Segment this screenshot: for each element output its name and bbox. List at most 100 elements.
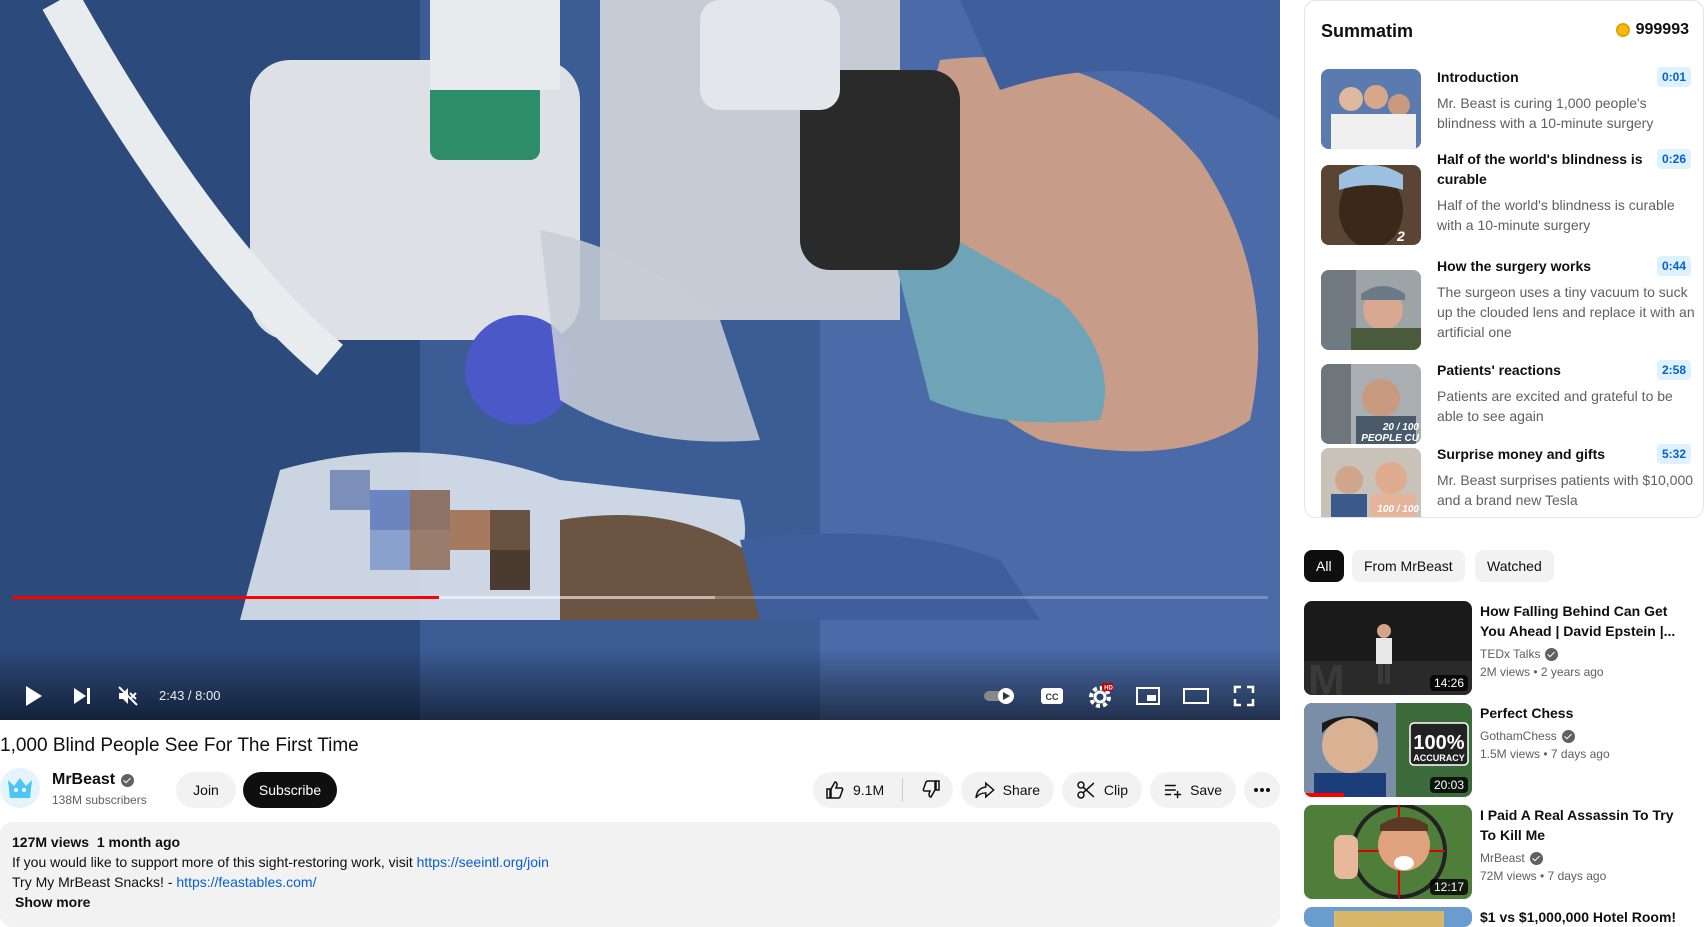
recommendation-item[interactable]: 100% ACCURACY 20:03 Perfect Chess GothamC… [1304, 703, 1704, 797]
recommendation-channel[interactable]: GothamChess [1480, 729, 1575, 743]
recommendation-meta: 72M views • 7 days ago [1480, 869, 1607, 883]
like-separator [902, 778, 903, 802]
chapter-thumbnail: 2 [1321, 165, 1421, 245]
avatar[interactable] [0, 768, 40, 808]
recommendation-title[interactable]: How Falling Behind Can Get You Ahead | D… [1480, 601, 1690, 641]
feastables-link[interactable]: https://feastables.com/ [176, 874, 316, 890]
recommendation-age: 2 years ago [1540, 665, 1604, 679]
clip-icon [1077, 781, 1095, 799]
recommendation-views: 72M views [1480, 869, 1537, 883]
chapter-item[interactable]: 2 Half of the world's blindness is curab… [1321, 149, 1691, 249]
more-actions-button[interactable] [1244, 772, 1280, 808]
dislike-button[interactable] [921, 779, 941, 802]
chapter-thumb-caption: 2 [1396, 228, 1405, 244]
youtube-watch-page: 2:43 / 8:00 CC HD 1,000 Blind People See… [0, 0, 1704, 927]
recommendation-thumbnail[interactable] [1304, 907, 1472, 927]
like-dislike-group: 9.1M [813, 772, 953, 808]
recommendation-channel-name[interactable]: GothamChess [1480, 729, 1557, 743]
recommendation-channel[interactable]: MrBeast [1480, 851, 1543, 865]
video-frame [0, 0, 1280, 720]
show-more-button[interactable]: Show more [15, 892, 1268, 912]
chapter-item[interactable]: 20 / 100 PEOPLE CU Patients' reactions 2:… [1321, 360, 1691, 444]
miniplayer-button[interactable] [1130, 680, 1166, 712]
chapter-summary: Mr. Beast is curing 1,000 people's blind… [1437, 95, 1654, 131]
fullscreen-button[interactable] [1226, 680, 1262, 712]
save-button[interactable]: Save [1150, 772, 1236, 808]
video-player[interactable]: 2:43 / 8:00 CC HD [0, 0, 1280, 720]
share-label: Share [1002, 782, 1040, 798]
dislike-icon [922, 779, 940, 798]
recommendation-item[interactable]: 12:17 I Paid A Real Assassin To Try To K… [1304, 805, 1704, 899]
channel-name-text[interactable]: MrBeast [52, 771, 115, 789]
clip-button[interactable]: Clip [1062, 772, 1142, 808]
svg-text:M: M [1308, 656, 1345, 695]
thumb-subtext: ACCURACY [1413, 753, 1465, 763]
chapter-timestamp[interactable]: 2:58 [1656, 360, 1691, 380]
description-box[interactable]: 127M views 1 month ago If you would like… [0, 822, 1280, 927]
recommendation-item[interactable]: M 14:26 How Falling Behind Can Get You A… [1304, 601, 1704, 695]
chapter-item[interactable]: Introduction 0:01 Mr. Beast is curing 1,… [1321, 67, 1691, 151]
subscribe-label: Subscribe [258, 782, 322, 798]
recommendation-thumbnail[interactable]: 12:17 [1304, 805, 1472, 899]
video-duration: 14:26 [1429, 675, 1468, 691]
next-button[interactable] [64, 680, 100, 712]
recommendation-age: 7 days ago [1550, 747, 1610, 761]
fullscreen-icon [1233, 685, 1255, 707]
chapter-timestamp[interactable]: 0:26 [1656, 149, 1691, 169]
chapter-title: Patients' reactions [1437, 362, 1561, 378]
recommendation-channel[interactable]: TEDx Talks [1480, 647, 1559, 661]
chapter-timestamp[interactable]: 0:44 [1656, 256, 1691, 276]
recommendation-title[interactable]: Perfect Chess [1480, 703, 1690, 723]
channel-name[interactable]: MrBeast [52, 771, 135, 789]
theater-icon [1183, 688, 1209, 704]
chapter-timestamp[interactable]: 0:01 [1656, 67, 1691, 87]
coin-balance: 999993 [1615, 21, 1689, 39]
seeintl-link[interactable]: https://seeintl.org/join [417, 854, 549, 870]
description-line-1: If you would like to support more of thi… [12, 852, 1268, 872]
description-line-1-text: If you would like to support more of thi… [12, 854, 417, 870]
like-count: 9.1M [853, 782, 885, 798]
recommendation-title[interactable]: I Paid A Real Assassin To Try To Kill Me [1480, 805, 1690, 845]
play-button[interactable] [16, 680, 52, 712]
settings-button[interactable]: HD [1082, 680, 1118, 712]
captions-button[interactable]: CC [1034, 680, 1070, 712]
chip-all[interactable]: All [1304, 550, 1344, 582]
recommendation-item[interactable]: $1 vs $1,000,000 Hotel Room! [1304, 907, 1704, 927]
join-button[interactable]: Join [176, 772, 236, 808]
recommendation-title[interactable]: $1 vs $1,000,000 Hotel Room! [1480, 907, 1690, 927]
video-title: 1,000 Blind People See For The First Tim… [0, 735, 359, 756]
recommendation-channel-name[interactable]: MrBeast [1480, 851, 1525, 865]
autoplay-toggle[interactable] [982, 680, 1018, 712]
chapter-item[interactable]: How the surgery works 0:44 The surgeon u… [1321, 256, 1695, 350]
video-duration: 20:03 [1429, 777, 1468, 793]
recommendation-thumbnail[interactable]: M 14:26 [1304, 601, 1472, 695]
progress-bar[interactable] [12, 596, 1268, 599]
autoplay-toggle-icon [984, 688, 1014, 704]
chapter-timestamp[interactable]: 5:32 [1656, 444, 1691, 464]
summatim-panel: Summatim 999993 Introduction 0:01 Mr. Be… [1304, 0, 1704, 518]
chapter-summary: Patients are excited and grateful to be … [1437, 388, 1673, 424]
recommendation-views: 1.5M views [1480, 747, 1541, 761]
verified-icon [1529, 851, 1543, 865]
miniplayer-icon [1136, 687, 1160, 705]
mute-button[interactable] [110, 680, 146, 712]
recommendation-channel-name[interactable]: TEDx Talks [1480, 647, 1540, 661]
recommendation-thumbnail[interactable]: 100% ACCURACY 20:03 [1304, 703, 1472, 797]
save-label: Save [1190, 782, 1222, 798]
upload-age: 1 month ago [96, 834, 181, 850]
like-button[interactable]: 9.1M [825, 780, 884, 800]
chapter-thumbnail [1321, 69, 1421, 149]
chip-from-mrbeast[interactable]: From MrBeast [1352, 550, 1465, 582]
chapter-item[interactable]: 100 / 100 Surprise money and gifts 5:32 … [1321, 444, 1693, 517]
save-icon [1164, 784, 1182, 799]
description-line-2-text: Try My MrBeast Snacks! - [12, 874, 177, 890]
chapter-title: Introduction [1437, 69, 1519, 85]
chapter-summary: The surgeon uses a tiny vacuum to suck u… [1437, 284, 1695, 340]
subscribe-button[interactable]: Subscribe [243, 772, 337, 808]
chapter-thumb-caption: PEOPLE CU [1361, 433, 1420, 444]
chapter-thumb-caption: 100 / 100 [1377, 504, 1419, 515]
theater-button[interactable] [1178, 680, 1214, 712]
share-button[interactable]: Share [961, 772, 1054, 808]
subscriber-count: 138M subscribers [52, 793, 147, 807]
chip-watched[interactable]: Watched [1475, 550, 1554, 582]
